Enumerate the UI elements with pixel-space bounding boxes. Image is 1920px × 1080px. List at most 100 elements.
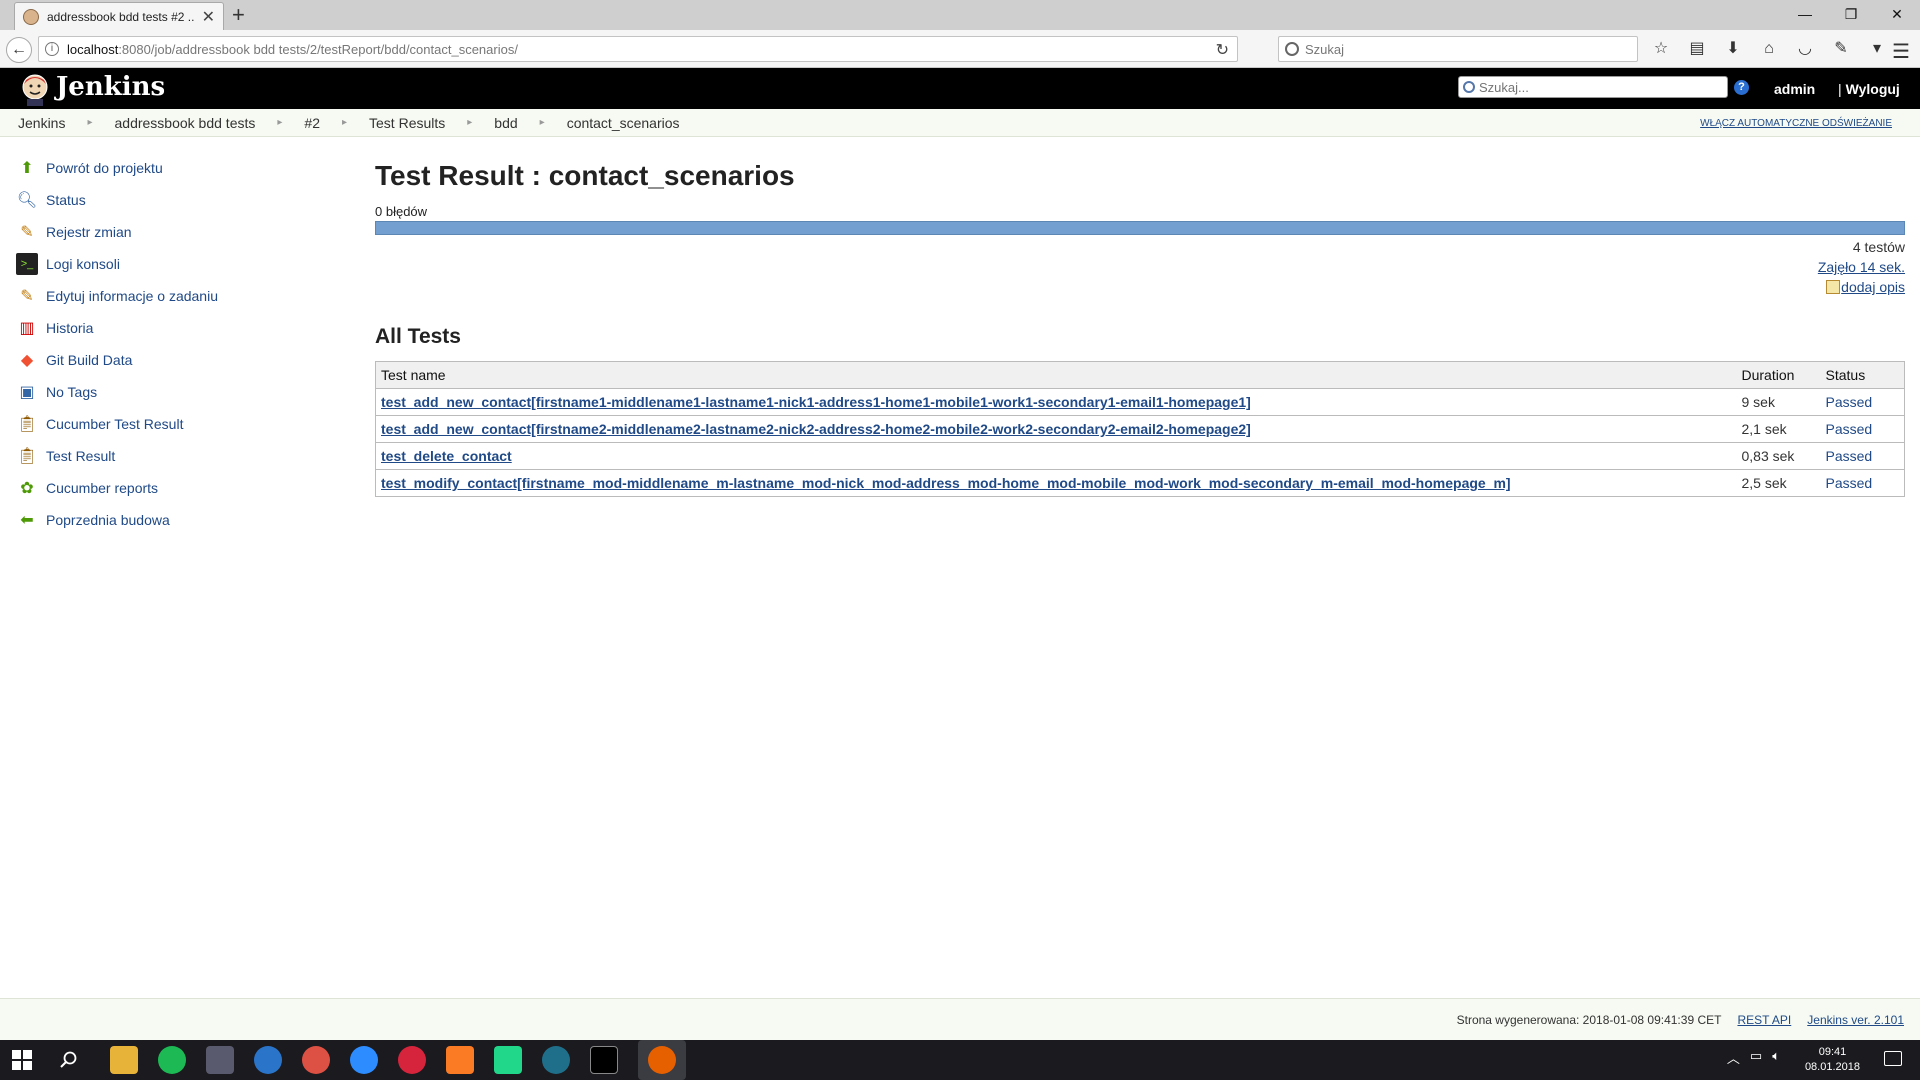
- firefox-taskbar-button[interactable]: [638, 1040, 686, 1080]
- sidebar-item-no-tags[interactable]: ▣ No Tags: [16, 376, 336, 408]
- search-icon: [1285, 42, 1299, 56]
- sidebar-item-status[interactable]: 🔍︎ Status: [16, 184, 336, 216]
- test-name-link[interactable]: test_delete_contact: [381, 448, 512, 464]
- browser-search-input[interactable]: Szukaj: [1278, 36, 1638, 62]
- test-name-link[interactable]: test_add_new_contact[firstname1-middlena…: [381, 394, 1251, 410]
- jenkins-logo-icon[interactable]: [18, 72, 52, 106]
- pycharm-icon[interactable]: [494, 1046, 522, 1074]
- clipboard-icon: 📋︎: [16, 448, 38, 465]
- clipboard-icon: 📋︎: [16, 416, 38, 433]
- network-icon[interactable]: ▭: [1750, 1048, 1762, 1067]
- jenkins-version-link[interactable]: Jenkins ver. 2.101: [1807, 1013, 1904, 1027]
- breadcrumb-chevron-icon: ▸: [277, 117, 283, 128]
- sidebar-item-test-result[interactable]: 📋︎ Test Result: [16, 440, 336, 472]
- firefox-icon: [648, 1046, 676, 1074]
- minimize-icon[interactable]: —: [1782, 0, 1828, 30]
- column-header-duration[interactable]: Duration: [1736, 361, 1821, 389]
- rest-api-link[interactable]: REST API: [1737, 1013, 1791, 1027]
- chat-icon[interactable]: [398, 1046, 426, 1074]
- url-bar[interactable]: i localhost:8080/job/addressbook bdd tes…: [38, 36, 1238, 62]
- notepad-icon: ✎: [20, 224, 34, 241]
- sidebar-item-cucumber-reports[interactable]: ✿ Cucumber reports: [16, 472, 336, 504]
- back-arrow-icon[interactable]: ←: [6, 37, 32, 63]
- xampp-icon[interactable]: [446, 1046, 474, 1074]
- sidebar-item-previous-build[interactable]: ⬅ Poprzednia budowa: [16, 504, 336, 536]
- sidebar-item-changes[interactable]: ✎ Rejestr zmian: [16, 216, 336, 248]
- duration-link[interactable]: Zajęło 14 sek.: [1818, 259, 1905, 275]
- terminal-icon[interactable]: [590, 1046, 618, 1074]
- reading-list-icon[interactable]: ▤: [1686, 39, 1708, 59]
- browser-tabstrip: addressbook bdd tests #2 ... ✕ + — ❐ ✕: [0, 0, 1920, 30]
- menu-icon[interactable]: ☰: [1892, 39, 1910, 64]
- spotify-icon[interactable]: [158, 1046, 186, 1074]
- sidebar-item-git-build-data[interactable]: ◆ Git Build Data: [16, 344, 336, 376]
- thunderbird-icon[interactable]: [254, 1046, 282, 1074]
- browser-search-placeholder: Szukaj: [1305, 41, 1345, 57]
- url-path: :8080/job/addressbook bdd tests/2/testRe…: [118, 41, 518, 57]
- duration-cell: 2,1 sek: [1736, 415, 1821, 443]
- autorefresh-link[interactable]: WŁĄCZ AUTOMATYCZNE ODŚWIEŻANIE: [1700, 118, 1892, 129]
- breadcrumb-class[interactable]: contact_scenarios: [567, 115, 680, 131]
- breadcrumb-package[interactable]: bdd: [494, 115, 517, 131]
- clock[interactable]: 09:41 08.01.2018: [1805, 1045, 1860, 1075]
- file-explorer-icon[interactable]: [110, 1046, 138, 1074]
- app-icon[interactable]: [542, 1046, 570, 1074]
- jenkins-title[interactable]: Jenkins: [56, 72, 165, 102]
- breadcrumb-test-results[interactable]: Test Results: [369, 115, 445, 131]
- download-icon[interactable]: ⬇: [1722, 39, 1744, 59]
- breadcrumb-chevron-icon: ▸: [539, 117, 545, 128]
- extension-icon[interactable]: ✎: [1830, 39, 1852, 59]
- notification-icon[interactable]: [1884, 1051, 1902, 1066]
- logout-link[interactable]: | Wyloguj: [1838, 81, 1900, 97]
- system-tray: ︿ ▭ 🔈︎: [1727, 1048, 1780, 1067]
- new-tab-icon[interactable]: +: [232, 3, 245, 27]
- sidebar-item-label: Cucumber reports: [46, 480, 159, 496]
- terminal-icon: >_: [16, 253, 38, 275]
- chevron-up-icon[interactable]: ︿: [1727, 1048, 1740, 1067]
- git-icon: ◆: [20, 352, 34, 369]
- pocket-icon[interactable]: ◡: [1794, 39, 1816, 59]
- volume-icon[interactable]: 🔈︎: [1772, 1048, 1780, 1067]
- sidebar-item-history[interactable]: ▥ Historia: [16, 312, 336, 344]
- sidebar-item-edit-info[interactable]: ✎ Edytuj informacje o zadaniu: [16, 280, 336, 312]
- test-name-cell: test_add_new_contact[firstname1-middlena…: [375, 388, 1737, 416]
- column-header-test-name[interactable]: Test name: [375, 361, 1737, 389]
- search-icon: [1463, 81, 1475, 93]
- sidebar-item-label: Test Result: [46, 448, 116, 464]
- breadcrumb-jenkins[interactable]: Jenkins: [18, 115, 65, 131]
- user-link[interactable]: admin: [1774, 81, 1815, 97]
- reload-icon[interactable]: ↻: [1216, 40, 1229, 60]
- sidebar-item-cucumber-test-result[interactable]: 📋︎ Cucumber Test Result: [16, 408, 336, 440]
- table-row: test_delete_contact 0,83 sek Passed: [375, 442, 1905, 470]
- failure-count: 0 błędów: [375, 204, 428, 219]
- sidebar-item-console[interactable]: >_ Logi konsoli: [16, 248, 336, 280]
- breadcrumb: Jenkins ▸ addressbook bdd tests ▸ #2 ▸ T…: [0, 109, 1920, 137]
- help-icon[interactable]: ?: [1734, 80, 1749, 95]
- add-description-link[interactable]: dodaj opis: [1841, 279, 1905, 295]
- test-name-link[interactable]: test_modify_contact[firstname_mod-middle…: [381, 475, 1511, 491]
- search-icon[interactable]: [60, 1051, 78, 1069]
- restore-icon[interactable]: ❐: [1828, 0, 1874, 30]
- column-header-status[interactable]: Status: [1820, 361, 1905, 389]
- breadcrumb-chevron-icon: ▸: [341, 117, 348, 128]
- close-tab-icon[interactable]: ✕: [202, 7, 215, 27]
- browser-tab[interactable]: addressbook bdd tests #2 ... ✕: [14, 2, 224, 30]
- breadcrumb-job[interactable]: addressbook bdd tests: [115, 115, 256, 131]
- info-icon[interactable]: i: [45, 42, 59, 56]
- messenger-icon[interactable]: [350, 1046, 378, 1074]
- close-window-icon[interactable]: ✕: [1874, 0, 1920, 30]
- bookmark-star-icon[interactable]: ☆: [1650, 39, 1672, 59]
- jenkins-search-input[interactable]: [1479, 79, 1719, 95]
- status-cell: Passed: [1820, 442, 1905, 470]
- chrome-icon[interactable]: [302, 1046, 330, 1074]
- sidebar-item-back-to-project[interactable]: ⬆ Powrót do projektu: [16, 152, 336, 184]
- sidebar-item-label: No Tags: [46, 384, 98, 400]
- home-icon[interactable]: ⌂: [1758, 39, 1780, 59]
- sidebar-item-label: Powrót do projektu: [46, 160, 163, 176]
- breadcrumb-build[interactable]: #2: [304, 115, 320, 131]
- browser-toolbar: ☆ ▤ ⬇ ⌂ ◡ ✎ ▾: [1650, 39, 1888, 59]
- windows-start-icon[interactable]: [12, 1050, 32, 1070]
- chevron-down-icon[interactable]: ▾: [1866, 39, 1888, 59]
- paint-icon[interactable]: [206, 1046, 234, 1074]
- test-name-link[interactable]: test_add_new_contact[firstname2-middlena…: [381, 421, 1251, 437]
